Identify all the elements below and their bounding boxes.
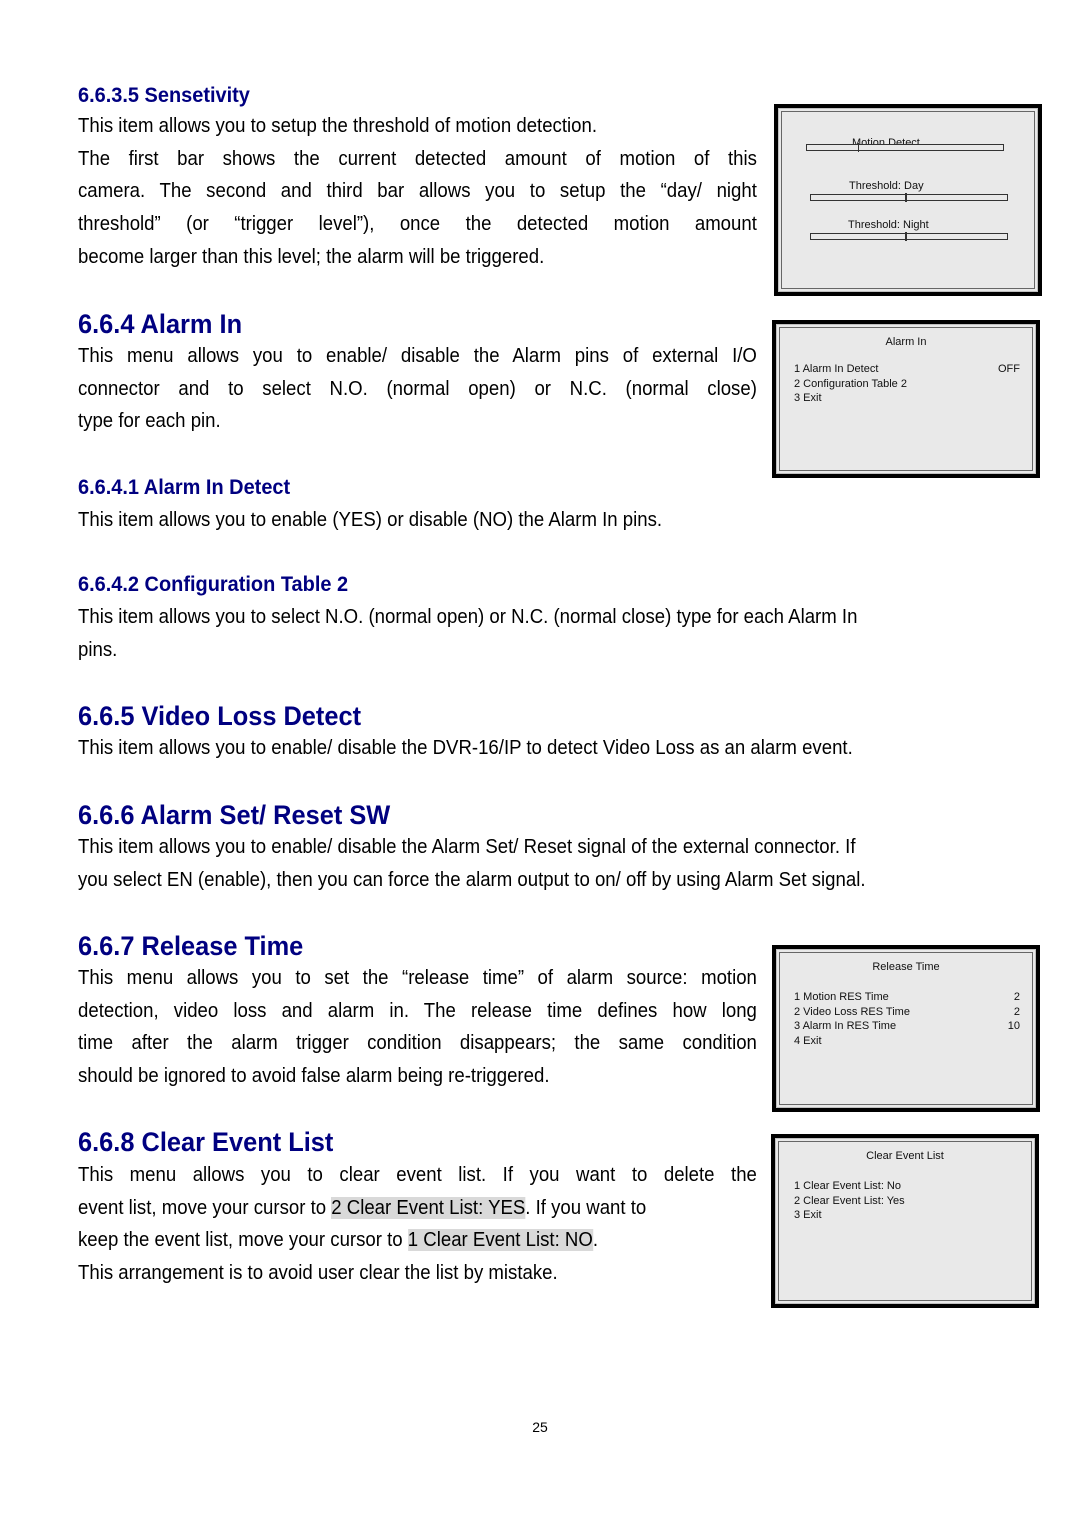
item-value: 2 [1013,991,1020,1003]
item-label: 1 Alarm In Detect [794,363,879,375]
text-line: This item allows you to enable (YES) or … [78,509,663,531]
text-line: event list, move your cursor to 2 Clear … [78,1192,757,1225]
heading-sensitivity: 6.6.3.5 Sensetivity [78,84,250,107]
text-segment: event list, move your cursor to [78,1196,332,1219]
heading-alarm-set-reset: 6.6.6 Alarm Set/ Reset SW [78,800,391,830]
text-line: This item allows you to setup the thresh… [78,115,598,137]
threshold-night-bar[interactable] [810,232,1008,241]
bar-label-threshold-day: Threshold: Day [849,180,924,192]
item-label: 3 Alarm In RES Time [794,1020,897,1033]
item-label: 2 Clear Event List: Yes [794,1194,905,1207]
heading-alarm-in: 6.6.4 Alarm In [78,309,243,339]
item-label: 2 Configuration Table 2 [794,377,907,390]
heading-configuration-table: 6.6.4.2 Configuration Table 2 [78,573,349,596]
item-label: 1 Motion RES Time [794,991,889,1003]
item-value: OFF [998,363,1020,375]
osd-release-time-menu: Release Time 1 Motion RES Time 2 2 Video … [772,945,1040,1112]
osd-menu-title: Alarm In [885,336,927,348]
heading-video-loss-detect: 6.6.5 Video Loss Detect [78,701,362,731]
osd-menu-item-alarm-in-detect[interactable]: 1 Alarm In Detect OFF [794,362,1020,377]
item-label: 2 Video Loss RES Time [794,1005,910,1018]
text-line: type for each pin. [78,410,221,433]
heading-clear-event-list: 6.6.8 Clear Event List [78,1127,334,1157]
paragraph-clear-event-list: This menu allows you to clear event list… [78,1159,757,1290]
paragraph-alarm-set-reset: This item allows you to enable/ disable … [78,831,1008,896]
item-value: 10 [1007,1020,1020,1033]
text-line: The first bar shows the current detected… [78,147,757,170]
text-line: you select EN (enable), then you can for… [78,868,866,891]
text-line: This menu allows you to clear event list… [78,1164,757,1186]
osd-menu-item-clear-no[interactable]: 1 Clear Event List: No [794,1179,1019,1194]
osd-menu-item-exit[interactable]: 4 Exit [794,1034,1020,1049]
heading-release-time: 6.6.7 Release Time [78,931,304,961]
osd-sensitivity-menu: Motion Detect Threshold: Day Threshold: … [774,104,1042,296]
osd-menu-item-motion-res-time[interactable]: 1 Motion RES Time 2 [794,990,1020,1005]
text-line: This item allows you to enable/ disable … [78,836,856,858]
text-line: camera. The second and third bar allows … [78,180,757,203]
text-line: should be ignored to avoid false alarm b… [78,1065,550,1088]
highlighted-option-no: 1 Clear Event List: NO [407,1229,593,1252]
text-segment: . [592,1229,599,1252]
osd-menu-items: 1 Motion RES Time 2 2 Video Loss RES Time… [794,990,1020,1049]
paragraph-configuration-table: This item allows you to select N.O. (nor… [78,601,1008,666]
paragraph-sensitivity: This item allows you to setup the thresh… [78,110,757,274]
osd-clear-event-list-menu: Clear Event List 1 Clear Event List: No … [771,1134,1039,1308]
text-line: time after the alarm trigger condition d… [78,1032,757,1055]
bar-level-marker[interactable] [905,232,907,241]
osd-menu-item-configuration-table[interactable]: 2 Configuration Table 2 [794,377,1020,392]
paragraph-alarm-in: This menu allows you to enable/ disable … [78,340,757,438]
bar-label-threshold-night: Threshold: Night [848,219,929,231]
osd-menu-items: 1 Alarm In Detect OFF 2 Configuration Tab… [794,362,1020,406]
bar-level-marker[interactable] [905,193,907,202]
text-segment: keep the event list, move your cursor to [78,1229,408,1252]
item-label: 3 Exit [794,1209,822,1222]
text-line: This menu allows you to enable/ disable … [78,345,757,367]
osd-menu-item-exit[interactable]: 3 Exit [794,1208,1019,1223]
osd-menu-title: Release Time [872,961,940,973]
text-line: This item allows you to enable/ disable … [78,737,853,759]
item-value: 2 [1013,1005,1020,1018]
bar-level-marker [857,143,860,152]
page-number: 25 [532,1419,548,1435]
text-line: connector and to select N.O. (normal ope… [78,377,757,400]
text-segment: . If you want to [525,1196,647,1219]
paragraph-release-time: This menu allows you to set the “release… [78,962,757,1093]
text-line: detection, video loss and alarm in. The … [78,999,757,1022]
item-label: 4 Exit [794,1035,822,1048]
item-label: 3 Exit [794,392,822,405]
osd-alarm-in-menu: Alarm In 1 Alarm In Detect OFF 2 Configur… [772,320,1040,478]
text-line: keep the event list, move your cursor to… [78,1224,757,1257]
osd-menu-item-clear-yes[interactable]: 2 Clear Event List: Yes [794,1194,1019,1209]
text-line: This menu allows you to set the “release… [78,967,757,989]
text-line: This item allows you to select N.O. (nor… [78,606,858,628]
osd-menu-items: 1 Clear Event List: No 2 Clear Event Lis… [794,1179,1019,1223]
text-line: become larger than this level; the alarm… [78,245,545,268]
osd-menu-item-alarm-in-res-time[interactable]: 3 Alarm In RES Time 10 [794,1019,1020,1034]
paragraph-video-loss-detect: This item allows you to enable/ disable … [78,732,1008,765]
osd-menu-item-video-loss-res-time[interactable]: 2 Video Loss RES Time 2 [794,1005,1020,1020]
text-line: threshold” (or “trigger level”), once th… [78,213,757,236]
highlighted-option-yes: 2 Clear Event List: YES [331,1196,526,1219]
heading-alarm-in-detect: 6.6.4.1 Alarm In Detect [78,476,291,499]
threshold-day-bar[interactable] [810,193,1008,202]
text-line: pins. [78,638,118,661]
text-line: This arrangement is to avoid user clear … [78,1262,558,1285]
paragraph-alarm-in-detect: This item allows you to enable (YES) or … [78,504,915,537]
motion-detect-bar [806,143,1004,152]
osd-menu-item-exit[interactable]: 3 Exit [794,391,1020,406]
osd-menu-title: Clear Event List [866,1150,944,1162]
item-label: 1 Clear Event List: No [794,1180,901,1192]
